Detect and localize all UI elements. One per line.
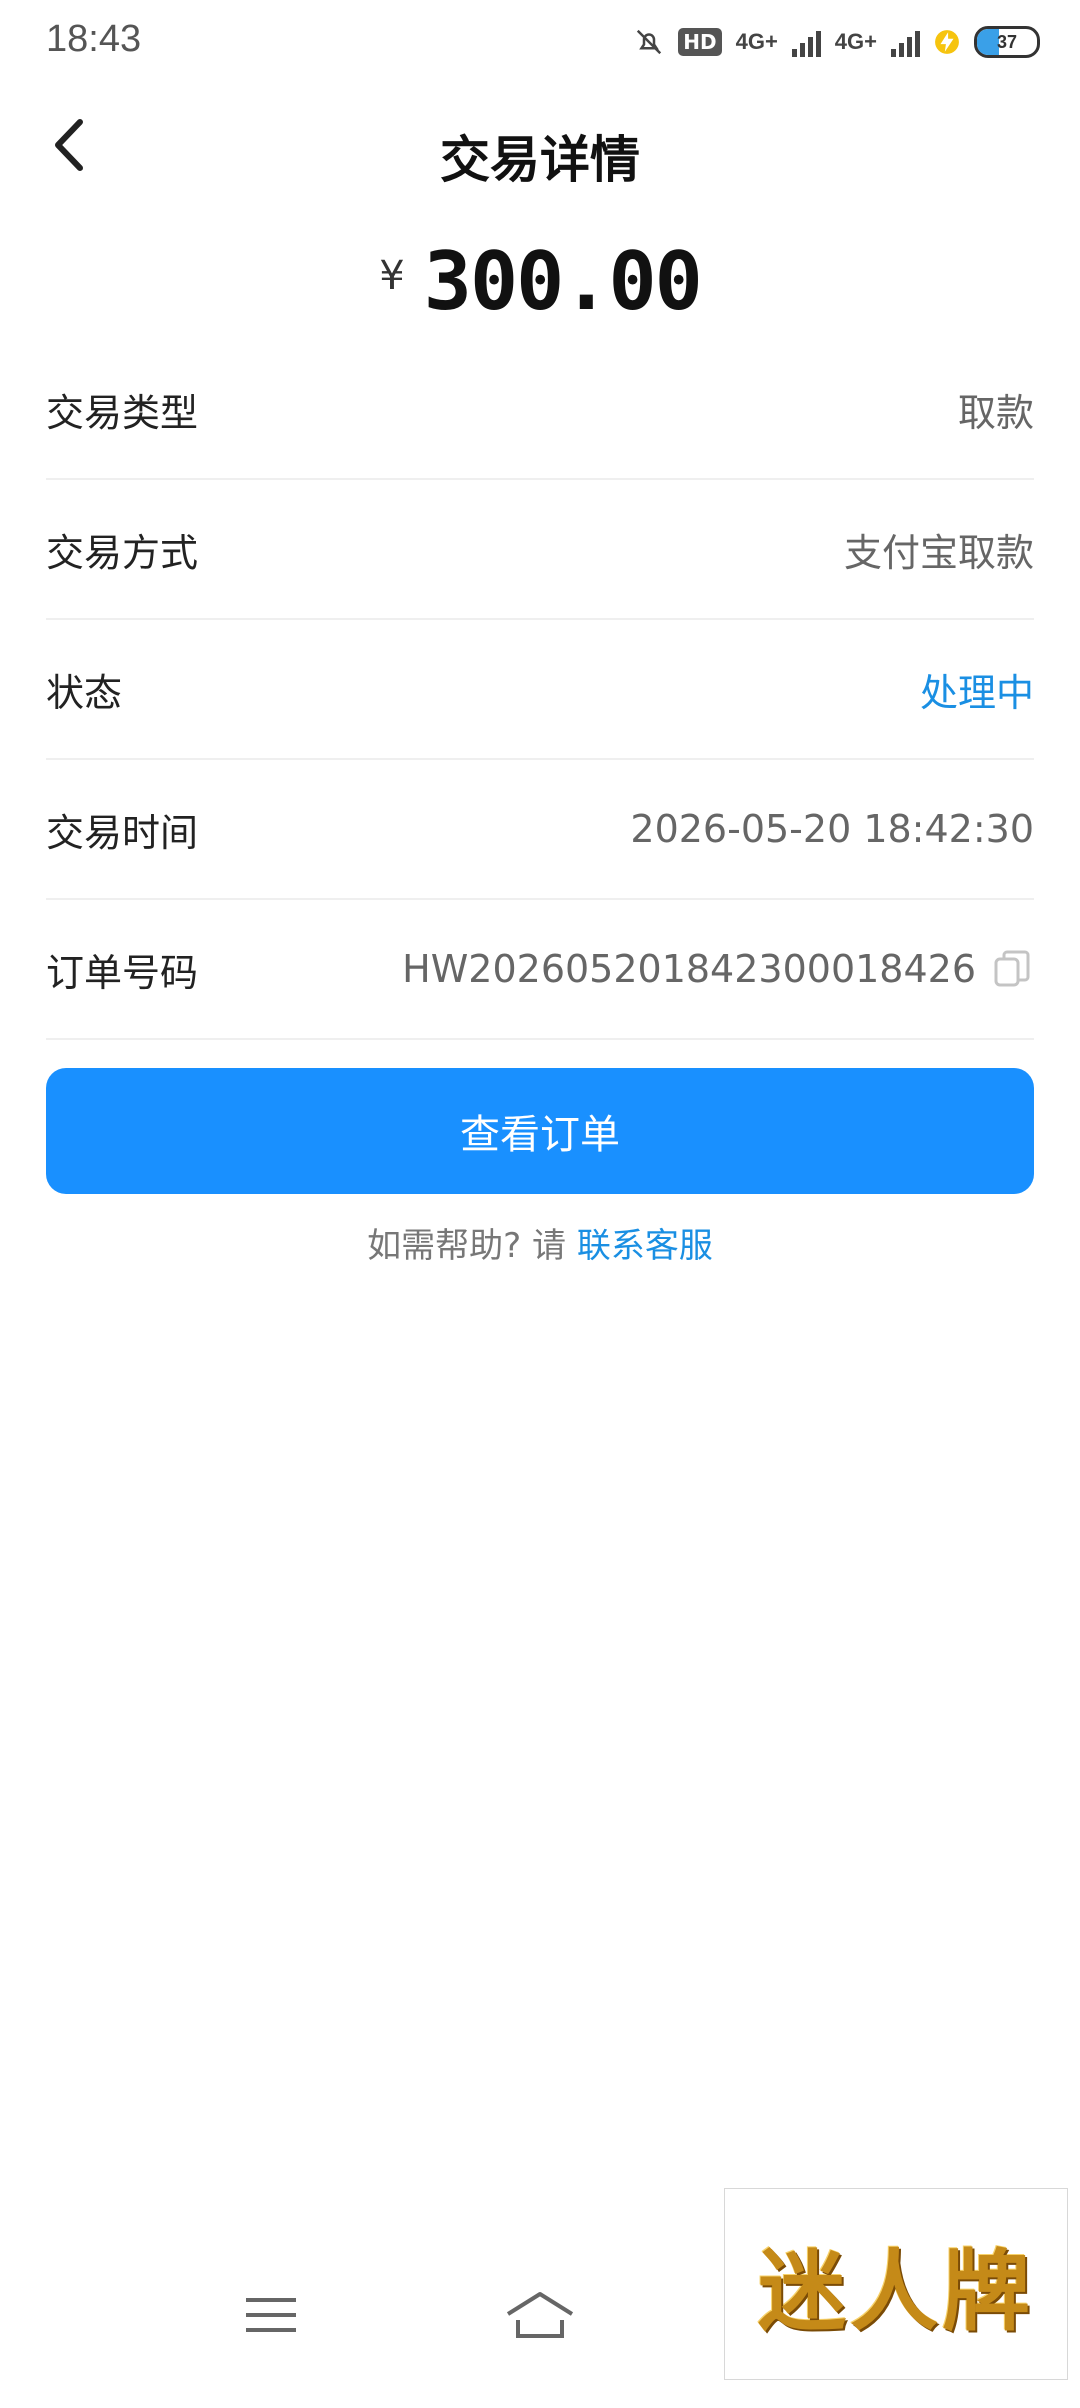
watermark-logo: 迷人牌 [724, 2188, 1068, 2380]
order-number-wrap: HW20260520184230001842​6 [402, 947, 1034, 991]
detail-list: 交易类型 取款 交易方式 支付宝取款 状态 处理中 交易时间 2026-05-2… [46, 340, 1034, 1040]
signal-icon [791, 27, 821, 57]
detail-label: 交易时间 [46, 810, 199, 855]
contact-support-link[interactable]: 联系客服 [577, 1226, 713, 1266]
bell-off-icon [637, 29, 662, 55]
network-label-1: 4G+ [735, 29, 778, 54]
menu-icon[interactable] [236, 2280, 306, 2350]
order-number-value: HW20260520184230001842​6 [402, 947, 976, 991]
amount-value: 300.00 [423, 235, 703, 328]
charging-icon [935, 30, 959, 54]
status-time: 18:43 [46, 18, 142, 60]
detail-label: 交易方式 [46, 530, 199, 575]
view-order-button[interactable]: 查看订单 [46, 1068, 1034, 1194]
detail-value: 取款 [957, 390, 1034, 435]
battery-icon: 37 [974, 26, 1040, 58]
detail-row-order-number: 订单号码 HW20260520184230001842​6 [46, 900, 1034, 1040]
page-title: 交易详情 [440, 131, 640, 189]
detail-row-status: 状态 处理中 [46, 620, 1034, 760]
home-icon[interactable] [500, 2280, 580, 2350]
detail-label: 订单号码 [46, 950, 199, 995]
battery-level: 37 [996, 31, 1018, 52]
copy-icon[interactable] [990, 947, 1034, 991]
status-value: 处理中 [919, 670, 1034, 715]
status-icons: HD 4G+ 4G+ 37 [634, 20, 1040, 64]
detail-label: 交易类型 [46, 390, 199, 435]
detail-label: 状态 [46, 670, 123, 715]
watermark-text: 迷人牌 [757, 2238, 1034, 2343]
header: 交易详情 [0, 84, 1080, 214]
detail-value: 支付宝取款 [843, 530, 1034, 575]
signal-icon-2 [891, 27, 920, 57]
status-bar: 18:43 HD 4G+ 4G+ 37 [0, 0, 1080, 84]
detail-row-time: 交易时间 2026-05-20 18:42:30 [46, 760, 1034, 900]
hd-badge: HD [678, 28, 722, 56]
amount-display: ¥ 300.00 [0, 235, 1080, 328]
detail-row-type: 交易类型 取款 [46, 340, 1034, 480]
detail-row-method: 交易方式 支付宝取款 [46, 480, 1034, 620]
help-text: 如需帮助? 请 联系客服 [0, 1218, 1080, 1267]
currency-symbol: ¥ [379, 252, 405, 299]
network-label-2: 4G+ [834, 29, 877, 54]
help-prefix: 如需帮助? 请 [367, 1226, 577, 1266]
detail-value: 2026-05-20 18:42:30 [630, 807, 1034, 851]
